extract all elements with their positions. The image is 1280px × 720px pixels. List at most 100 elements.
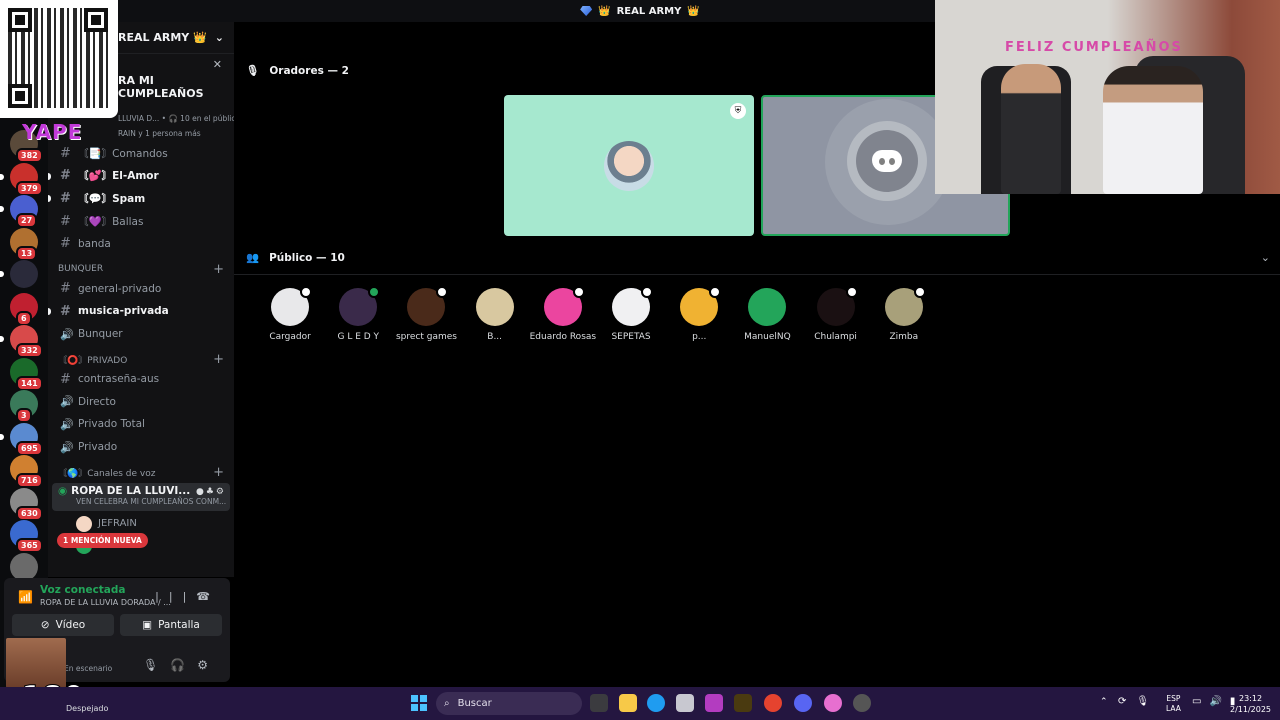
avatar <box>407 286 449 326</box>
audience-member[interactable]: p... <box>665 286 733 342</box>
copilot-icon[interactable] <box>705 694 723 712</box>
avatar <box>680 286 722 326</box>
server-icon[interactable]: 3 <box>10 390 38 423</box>
new-mention-pill[interactable]: 1 MENCIÓN NUEVA <box>57 533 148 548</box>
text-channel[interactable]: # 〘📑〙Comandos <box>48 142 234 165</box>
voice-channel[interactable]: 🔊 Privado Total <box>48 413 234 436</box>
server-icon[interactable]: 695 <box>0 422 43 456</box>
audience-member[interactable]: Cargador <box>256 286 324 342</box>
active-voice-channel[interactable]: ◉ ROPA DE LA LLUVI... VEN CELEBRA MI CUMPL… <box>52 482 230 511</box>
discord-icon[interactable] <box>794 694 812 712</box>
status-indicator-icon <box>300 286 313 298</box>
server-icon[interactable] <box>0 260 38 288</box>
category-label: 〘⭕〙PRIVADO <box>58 356 128 367</box>
text-channel[interactable]: # banda <box>48 232 234 255</box>
server-icon[interactable]: 27 <box>0 195 38 228</box>
add-channel-icon[interactable]: + <box>213 352 224 367</box>
webcam-banner: FELIZ CUMPLEAÑOS <box>1005 40 1183 55</box>
text-channel[interactable]: # general-privado <box>48 278 234 301</box>
voice-channel[interactable]: 🔊 Privado <box>48 436 234 459</box>
chevron-down-icon[interactable]: ⌄ <box>1261 251 1270 264</box>
chrome-profile-icon[interactable] <box>824 694 842 712</box>
voice-channel-topic: VEN CELEBRA MI CUMPLEAÑOS CONM... <box>76 496 227 506</box>
speaker-tile[interactable]: ⛨ <box>504 95 754 236</box>
text-channel[interactable]: # musica-privada <box>48 300 234 323</box>
channel-label: 〘💬〙Spam <box>78 192 146 205</box>
screen-share-button[interactable]: ▣ Pantalla <box>120 614 222 636</box>
audience-member[interactable]: SEPETAS <box>597 286 665 342</box>
server-icon[interactable]: 332 <box>0 325 43 358</box>
server-icon[interactable]: 365 <box>10 520 43 553</box>
windows-start-icon[interactable] <box>411 695 427 711</box>
volume-icon[interactable]: 🔊 <box>1209 696 1229 707</box>
hashtag-icon: # <box>60 213 71 229</box>
gear-icon[interactable]: ⚙ <box>216 487 226 497</box>
audience-list: Cargador G L E D Y sprect games B... Eduardo… <box>256 286 938 342</box>
channel-category[interactable]: 〘⭕〙PRIVADO + <box>48 345 234 368</box>
signal-icon[interactable]: 📶 <box>18 590 33 604</box>
text-channel[interactable]: # 〘💕〙El-Amor <box>48 165 234 188</box>
mention-badge: 379 <box>16 180 43 196</box>
headphones-icon[interactable]: 🎧 <box>170 658 197 672</box>
search-placeholder: Buscar <box>457 698 492 709</box>
server-icon[interactable]: 630 <box>10 487 43 521</box>
channel-category[interactable]: BUNQUER + <box>48 255 234 278</box>
taskbar-search[interactable]: ⌕ Buscar <box>436 692 582 715</box>
obs-icon[interactable] <box>853 694 871 712</box>
chat-icon[interactable]: ● <box>196 487 206 497</box>
server-icon[interactable]: 379 <box>0 162 43 196</box>
user-status: En escenario <box>64 664 113 673</box>
voice-channel[interactable]: 🔊 Bunquer <box>48 323 234 346</box>
disconnect-icon[interactable]: ☎ <box>196 590 220 603</box>
channel-list: # 〘📑〙Comandos # 〘💕〙El-Amor # 〘💬〙Spam # 〘💜〙Balla… <box>48 142 234 557</box>
audience-member[interactable]: G L E D Y <box>324 286 392 342</box>
text-channel[interactable]: # contraseña-aus <box>48 368 234 391</box>
server-icon[interactable] <box>10 552 38 581</box>
noise-suppression-icon[interactable]: ||| <box>155 590 196 603</box>
sync-icon[interactable]: ⟳ <box>1118 696 1136 707</box>
display-icon[interactable]: ▭ <box>1192 696 1209 707</box>
windows-taskbar: Despejado ⌕ Buscar ⌃ ⟳🎙 ESP LAA ▭🔊▮ 23:1… <box>0 687 1280 720</box>
gear-icon[interactable]: ⚙ <box>197 658 220 672</box>
audience-member[interactable]: sprect games <box>392 286 460 342</box>
text-channel[interactable]: # 〘💜〙Ballas <box>48 210 234 233</box>
voice-channel[interactable]: 🔊 Directo <box>48 391 234 414</box>
server-icon[interactable]: 716 <box>10 455 43 488</box>
audience-member[interactable]: Eduardo Rosas <box>529 286 597 342</box>
app-icon[interactable] <box>676 694 694 712</box>
video-button[interactable]: ⊘ Vídeo <box>12 614 114 636</box>
add-channel-icon[interactable]: + <box>213 465 224 480</box>
channel-label: banda <box>78 237 111 250</box>
text-channel[interactable]: # 〘💬〙Spam <box>48 187 234 210</box>
channel-category[interactable]: 〘🌎〙Canales de voz + <box>48 458 234 481</box>
add-channel-icon[interactable]: + <box>213 262 224 277</box>
file-explorer-icon[interactable] <box>619 694 637 712</box>
server-icon[interactable]: 141 <box>10 357 43 391</box>
discord-logo-icon <box>872 150 902 172</box>
edge-icon[interactable] <box>647 694 665 712</box>
clock[interactable]: 23:12 2/11/2025 <box>1230 693 1271 715</box>
language-indicator[interactable]: ESP LAA <box>1166 694 1181 714</box>
game-launcher-icon[interactable] <box>734 694 752 712</box>
voice-user[interactable]: JEFRAIN <box>48 513 234 535</box>
weather-status[interactable]: Despejado <box>66 704 108 713</box>
chrome-icon[interactable] <box>764 694 782 712</box>
invite-icon[interactable]: ♣ <box>206 487 216 497</box>
server-icon[interactable]: 13 <box>10 227 38 261</box>
crown-icon: 👑 <box>598 5 611 17</box>
chevron-up-icon[interactable]: ⌃ <box>1100 697 1108 707</box>
task-view-icon[interactable] <box>590 694 608 712</box>
status-indicator-icon <box>368 286 381 298</box>
server-icon[interactable]: 6 <box>10 292 38 326</box>
chevron-down-icon[interactable]: ⌄ <box>215 31 224 44</box>
close-icon[interactable]: ✕ <box>213 58 222 71</box>
audience-member[interactable]: Zimba <box>870 286 938 342</box>
microphone-icon[interactable]: 🎙 <box>1136 696 1159 707</box>
unread-pip <box>0 206 4 212</box>
audience-member[interactable]: ManuelNQ <box>733 288 801 342</box>
audience-member[interactable]: Chulampi <box>802 286 870 342</box>
mention-badge: 695 <box>16 440 43 456</box>
audience-member[interactable]: B... <box>461 288 529 342</box>
voice-channel-name[interactable]: ROPA DE LA LLUVIA DORADA / ... <box>40 598 171 607</box>
microphone-icon[interactable]: 🎙 <box>143 658 170 672</box>
